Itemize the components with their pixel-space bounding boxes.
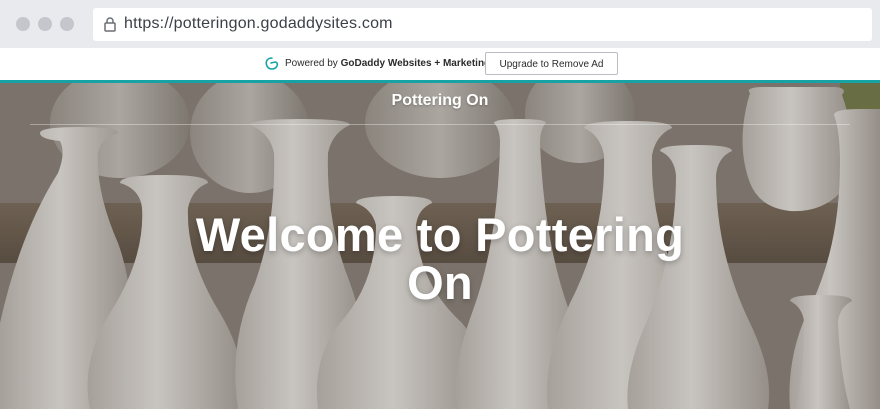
window-close-dot[interactable] (16, 17, 30, 31)
powered-by-prefix: Powered by (285, 58, 338, 69)
powered-by-brand[interactable]: GoDaddy Websites + Marketing. (341, 58, 493, 69)
address-bar[interactable]: https://potteringon.godaddysites.com (93, 8, 872, 41)
window-maximize-dot[interactable] (60, 17, 74, 31)
site-title[interactable]: Pottering On (0, 92, 880, 110)
hero-section: Pottering On Welcome to Pottering On (0, 83, 880, 409)
url-text: https://potteringon.godaddysites.com (124, 15, 393, 32)
lock-icon (104, 17, 116, 32)
godaddy-logo-icon (265, 57, 279, 70)
upgrade-remove-ad-button[interactable]: Upgrade to Remove Ad (485, 52, 618, 75)
header-divider (30, 124, 850, 125)
hero-headline: Welcome to Pottering On (195, 208, 685, 309)
browser-chrome: https://potteringon.godaddysites.com (0, 0, 880, 48)
powered-by-text: Powered by GoDaddy Websites + Marketing. (285, 58, 493, 69)
window-minimize-dot[interactable] (38, 17, 52, 31)
ad-bar: Powered by GoDaddy Websites + Marketing.… (0, 48, 880, 83)
